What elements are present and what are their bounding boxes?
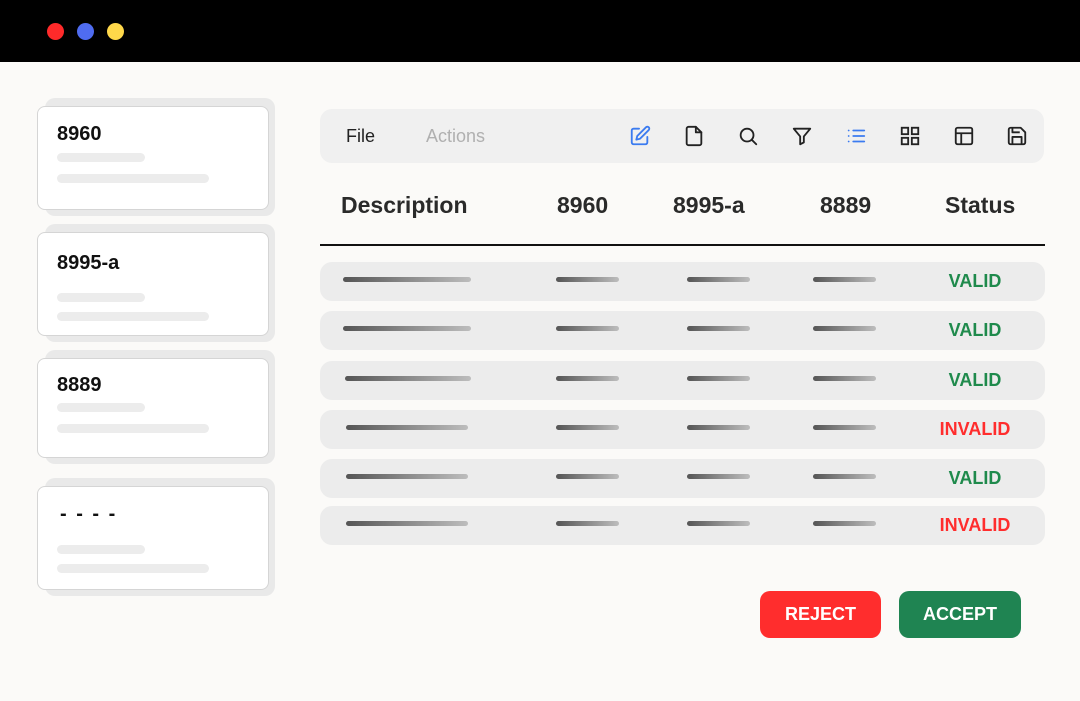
table-row[interactable]: VALID bbox=[320, 311, 1045, 350]
cell-placeholder bbox=[556, 326, 619, 331]
status-badge: VALID bbox=[948, 271, 1002, 291]
file-menu[interactable]: File bbox=[346, 126, 375, 147]
placeholder-line bbox=[57, 174, 209, 183]
placeholder-line bbox=[57, 424, 209, 433]
card-body: 8889 bbox=[37, 358, 269, 458]
cell-placeholder bbox=[813, 521, 876, 526]
card-title: - - - - bbox=[60, 503, 118, 525]
document-card-1[interactable]: 8960 bbox=[37, 98, 275, 216]
grid-view-icon[interactable] bbox=[899, 125, 923, 149]
column-header-8960[interactable]: 8960 bbox=[557, 192, 608, 219]
cell-placeholder bbox=[556, 521, 619, 526]
cell-placeholder bbox=[687, 425, 750, 430]
card-title: 8960 bbox=[57, 123, 102, 145]
cell-placeholder bbox=[556, 376, 619, 381]
search-icon[interactable] bbox=[737, 125, 761, 149]
cell-placeholder bbox=[813, 474, 876, 479]
placeholder-line bbox=[57, 564, 209, 573]
description-placeholder bbox=[345, 376, 471, 381]
description-placeholder bbox=[346, 521, 468, 526]
layout-icon[interactable] bbox=[953, 125, 977, 149]
placeholder-line bbox=[57, 403, 145, 412]
document-icon[interactable] bbox=[683, 125, 707, 149]
column-header-status[interactable]: Status bbox=[945, 192, 1015, 219]
cell-placeholder bbox=[813, 376, 876, 381]
window-titlebar bbox=[0, 0, 1080, 62]
description-placeholder bbox=[346, 474, 468, 479]
column-header-8889[interactable]: 8889 bbox=[820, 192, 871, 219]
filter-icon[interactable] bbox=[791, 125, 815, 149]
cell-placeholder bbox=[556, 474, 619, 479]
card-title: 8995-a bbox=[57, 252, 120, 274]
cell-placeholder bbox=[687, 326, 750, 331]
table-row[interactable]: VALID bbox=[320, 361, 1045, 400]
cell-placeholder bbox=[687, 376, 750, 381]
document-card-2[interactable]: 8995-a bbox=[37, 224, 275, 342]
placeholder-line bbox=[57, 293, 145, 302]
document-card-4[interactable]: - - - - bbox=[37, 478, 275, 596]
column-header-description[interactable]: Description bbox=[341, 192, 468, 219]
reject-button[interactable]: REJECT bbox=[760, 591, 881, 638]
maximize-window-dot[interactable] bbox=[107, 23, 124, 40]
minimize-window-dot[interactable] bbox=[77, 23, 94, 40]
card-body: 8995-a bbox=[37, 232, 269, 336]
list-view-icon[interactable] bbox=[845, 125, 869, 149]
actions-menu[interactable]: Actions bbox=[426, 126, 485, 147]
cell-placeholder bbox=[687, 474, 750, 479]
cell-placeholder bbox=[813, 425, 876, 430]
cell-placeholder bbox=[556, 425, 619, 430]
column-header-8995-a[interactable]: 8995-a bbox=[673, 192, 745, 219]
header-divider bbox=[320, 244, 1045, 246]
status-badge: INVALID bbox=[939, 419, 1011, 439]
status-badge: VALID bbox=[948, 370, 1002, 390]
description-placeholder bbox=[346, 425, 468, 430]
table-row[interactable]: INVALID bbox=[320, 410, 1045, 449]
status-badge: INVALID bbox=[939, 515, 1011, 535]
save-icon[interactable] bbox=[1006, 125, 1030, 149]
edit-icon[interactable] bbox=[629, 125, 653, 149]
placeholder-line bbox=[57, 312, 209, 321]
cell-placeholder bbox=[556, 277, 619, 282]
placeholder-line bbox=[57, 545, 145, 554]
placeholder-line bbox=[57, 153, 145, 162]
table-row[interactable]: INVALID bbox=[320, 506, 1045, 545]
table-row[interactable]: VALID bbox=[320, 262, 1045, 301]
cell-placeholder bbox=[813, 277, 876, 282]
cell-placeholder bbox=[813, 326, 876, 331]
card-body: - - - - bbox=[37, 486, 269, 590]
card-title: 8889 bbox=[57, 374, 102, 396]
document-card-3[interactable]: 8889 bbox=[37, 350, 275, 464]
card-body: 8960 bbox=[37, 106, 269, 210]
toolbar: File Actions bbox=[320, 109, 1044, 163]
accept-button[interactable]: ACCEPT bbox=[899, 591, 1021, 638]
description-placeholder bbox=[343, 277, 471, 282]
status-badge: VALID bbox=[948, 320, 1002, 340]
description-placeholder bbox=[343, 326, 471, 331]
status-badge: VALID bbox=[948, 468, 1002, 488]
close-window-dot[interactable] bbox=[47, 23, 64, 40]
cell-placeholder bbox=[687, 277, 750, 282]
table-row[interactable]: VALID bbox=[320, 459, 1045, 498]
cell-placeholder bbox=[687, 521, 750, 526]
